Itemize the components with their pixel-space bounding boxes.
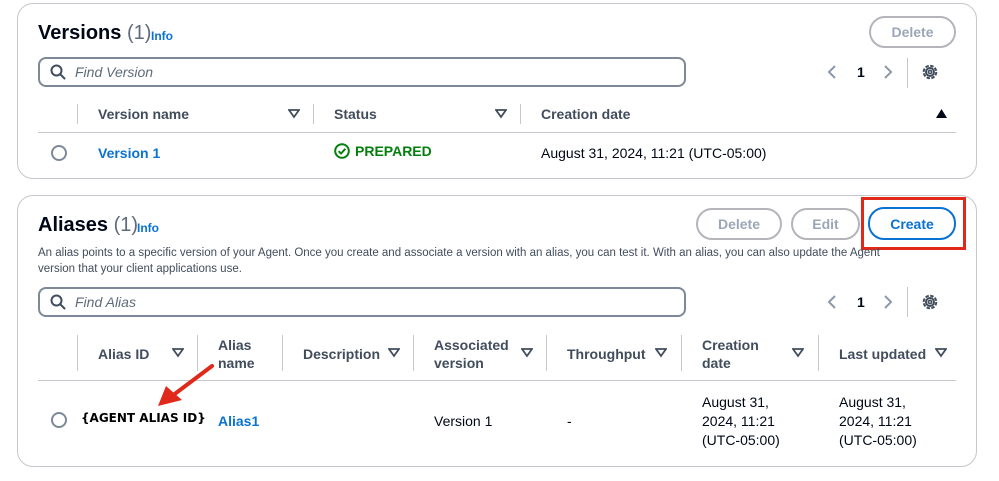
column-separator (282, 335, 283, 371)
column-header-version-name[interactable]: Version name (98, 105, 189, 123)
column-header-alias-name-line1[interactable]: Alias (218, 336, 251, 354)
versions-info-link[interactable]: Info (151, 29, 173, 43)
aliases-description-line2: version that your client applications us… (38, 263, 242, 275)
sort-down-icon[interactable] (388, 348, 400, 358)
alias-id-cell: {AGENT ALIAS ID} (81, 411, 206, 425)
chevron-right-icon[interactable] (882, 294, 894, 310)
versions-title: Versions (1) (38, 22, 152, 44)
aliases-description-line1: An alias points to a specific version of… (38, 247, 880, 259)
column-separator (520, 104, 521, 124)
column-header-creation-date-line2[interactable]: date (702, 354, 731, 372)
status-badge: PREPARED (334, 143, 432, 159)
alias-edit-button[interactable]: Edit (791, 208, 860, 240)
alias-creation-date-line1: August 31, (702, 394, 769, 410)
column-header-creation-date[interactable]: Creation date (541, 105, 630, 123)
arrow-annotation (158, 364, 214, 406)
column-header-alias-id[interactable]: Alias ID (98, 345, 149, 363)
column-header-throughput[interactable]: Throughput (567, 345, 646, 363)
sort-up-icon[interactable] (936, 109, 947, 118)
column-header-description[interactable]: Description (303, 345, 380, 363)
chevron-left-icon[interactable] (826, 294, 838, 310)
search-icon (50, 294, 66, 310)
column-header-alias-name-line2[interactable]: name (218, 354, 255, 372)
column-header-associated-version-line2[interactable]: version (434, 354, 484, 372)
check-circle-icon (334, 143, 350, 159)
column-separator (77, 335, 78, 371)
sort-down-icon[interactable] (792, 348, 804, 358)
column-header-creation-date-line1[interactable]: Creation (702, 336, 759, 354)
create-highlight-annotation (861, 197, 966, 250)
gear-icon[interactable] (920, 292, 940, 312)
alias-row-radio[interactable] (51, 412, 67, 428)
alias-associated-version: Version 1 (434, 413, 493, 429)
version-name-link[interactable]: Version 1 (98, 143, 160, 163)
column-header-status[interactable]: Status (334, 105, 377, 123)
column-header-last-updated[interactable]: Last updated (839, 345, 926, 363)
pager-divider (907, 58, 908, 88)
versions-delete-button[interactable]: Delete (869, 16, 956, 48)
column-separator (681, 335, 682, 371)
pager-divider (907, 287, 908, 317)
chevron-right-icon[interactable] (882, 64, 894, 80)
version-row-radio[interactable] (51, 145, 67, 161)
column-separator (546, 335, 547, 371)
alias-page-number[interactable]: 1 (857, 294, 865, 310)
column-separator (313, 104, 314, 124)
gear-icon[interactable] (920, 62, 940, 82)
version-search-input[interactable]: Find Version (38, 57, 686, 87)
sort-down-icon[interactable] (495, 109, 507, 119)
column-header-associated-version-line1[interactable]: Associated (434, 336, 509, 354)
alias-last-updated-line2: 2024, 11:21 (839, 413, 912, 429)
alias-creation-date-line3: (UTC-05:00) (702, 432, 780, 448)
version-creation-date: August 31, 2024, 11:21 (UTC-05:00) (541, 145, 767, 161)
search-icon (50, 64, 66, 80)
status-text: PREPARED (355, 143, 432, 159)
column-separator (77, 104, 78, 124)
aliases-title: Aliases (1) (38, 214, 139, 236)
alias-delete-button[interactable]: Delete (696, 208, 782, 240)
sort-down-icon[interactable] (935, 348, 947, 358)
alias-search-input[interactable]: Find Alias (38, 287, 686, 317)
chevron-left-icon[interactable] (826, 64, 838, 80)
version-page-number[interactable]: 1 (857, 64, 865, 80)
sort-down-icon[interactable] (655, 348, 667, 358)
alias-name-link[interactable]: Alias1 (218, 411, 259, 431)
alias-creation-date-line2: 2024, 11:21 (702, 413, 775, 429)
sort-down-icon[interactable] (521, 348, 533, 358)
column-separator (818, 335, 819, 371)
alias-last-updated-line3: (UTC-05:00) (839, 432, 917, 448)
aliases-info-link[interactable]: Info (137, 221, 159, 235)
alias-last-updated-line1: August 31, (839, 394, 906, 410)
sort-down-icon[interactable] (172, 348, 184, 358)
column-separator (413, 335, 414, 371)
table-header-divider (38, 132, 956, 133)
alias-throughput: - (567, 413, 572, 429)
sort-down-icon[interactable] (288, 109, 300, 119)
